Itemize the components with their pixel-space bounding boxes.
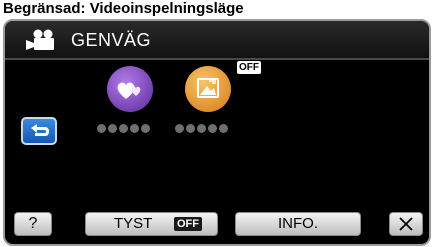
silent-mode-label: TYST bbox=[114, 215, 153, 232]
shortcut-off-badge: OFF bbox=[237, 61, 261, 74]
silent-mode-state: OFF bbox=[174, 217, 202, 231]
video-camera-icon bbox=[26, 29, 54, 50]
shortcut-image-effect-circle bbox=[185, 66, 231, 112]
shortcut-hearts-circle bbox=[107, 66, 153, 112]
image-effect-icon bbox=[197, 78, 219, 98]
close-button[interactable] bbox=[389, 212, 423, 236]
hearts-icon bbox=[117, 82, 141, 99]
shortcut-hearts[interactable] bbox=[97, 66, 167, 146]
camera-screen: GENVÄG OFF ? TYST OFF INFO. bbox=[3, 19, 431, 246]
header-bar: GENVÄG bbox=[5, 21, 429, 60]
shortcut-image-effect[interactable] bbox=[175, 66, 245, 146]
header-title: GENVÄG bbox=[71, 30, 152, 50]
back-button[interactable] bbox=[21, 117, 57, 145]
page-caption: Begränsad: Videoinspelningsläge bbox=[3, 0, 244, 17]
silent-mode-button[interactable]: TYST OFF bbox=[85, 212, 218, 236]
shortcut-hearts-label-dots bbox=[97, 120, 167, 133]
info-button[interactable]: INFO. bbox=[235, 212, 361, 236]
help-button[interactable]: ? bbox=[14, 212, 52, 236]
return-arrow-icon bbox=[31, 124, 49, 136]
bottom-toolbar: ? TYST OFF INFO. bbox=[5, 204, 429, 244]
close-icon bbox=[399, 217, 413, 231]
shortcut-image-effect-label-dots bbox=[175, 120, 245, 133]
